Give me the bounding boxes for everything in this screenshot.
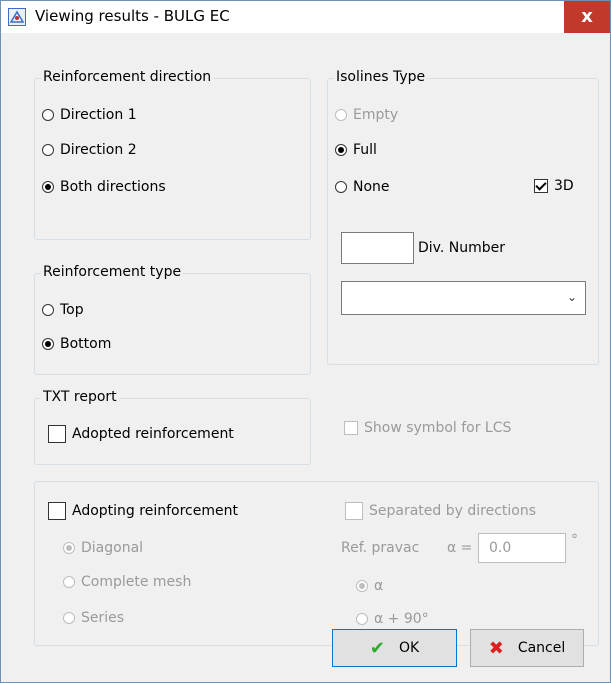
txt-report-legend: TXT report <box>41 389 119 405</box>
dialog-window: Viewing results - BULG EC x Reinforcemen… <box>0 0 611 683</box>
checkbox-box <box>48 502 66 520</box>
radio-circle <box>335 181 347 193</box>
reinforcement-direction-legend: Reinforcement direction <box>41 69 214 85</box>
3d-checkbox[interactable]: 3D <box>534 178 574 194</box>
txt-report-group: TXT report Adopted reinforcement <box>34 389 311 465</box>
separated-by-directions-checkbox[interactable]: Separated by directions <box>345 502 536 520</box>
isolines-empty-radio[interactable]: Empty <box>335 107 398 123</box>
isolines-none-radio[interactable]: None <box>335 179 390 195</box>
bottom-radio[interactable]: Bottom <box>42 336 111 352</box>
top-radio[interactable]: Top <box>42 302 84 318</box>
radio-circle <box>42 144 54 156</box>
isolines-type-legend: Isolines Type <box>334 69 428 85</box>
alpha-equals-label: α = <box>447 540 473 556</box>
radio-circle <box>63 542 75 554</box>
ref-pravac-label: Ref. pravac <box>341 540 420 556</box>
isolines-dropdown[interactable]: ⌄ <box>341 281 586 315</box>
adopting-reinforcement-checkbox[interactable]: Adopting reinforcement <box>48 502 238 520</box>
close-icon: x <box>581 6 593 27</box>
adopted-reinforcement-checkbox[interactable]: Adopted reinforcement <box>48 425 234 443</box>
complete-mesh-radio[interactable]: Complete mesh <box>63 574 191 590</box>
dialog-body: Reinforcement direction Direction 1 Dire… <box>9 33 602 674</box>
checkmark-icon: ✔ <box>369 637 385 659</box>
radio-circle <box>335 144 347 156</box>
radio-circle <box>42 181 54 193</box>
show-symbol-lcs-checkbox[interactable]: Show symbol for LCS <box>344 420 511 436</box>
reinforcement-direction-group: Reinforcement direction Direction 1 Dire… <box>34 69 311 240</box>
isolines-full-radio[interactable]: Full <box>335 142 377 158</box>
checkbox-box <box>534 179 548 193</box>
checkbox-box <box>344 421 358 435</box>
radio-circle <box>63 576 75 588</box>
cancel-button[interactable]: ✖ Cancel <box>470 629 584 667</box>
radio-circle <box>356 580 368 592</box>
radio-circle <box>42 338 54 350</box>
checkbox-box <box>48 425 66 443</box>
adopting-reinforcement-group: Adopting reinforcement Diagonal Complete… <box>34 481 599 646</box>
radio-circle <box>356 613 368 625</box>
radio-circle <box>42 109 54 121</box>
direction-2-radio[interactable]: Direction 2 <box>42 142 137 158</box>
alpha-plus-90-radio[interactable]: α + 90° <box>356 611 429 627</box>
radio-circle <box>63 612 75 624</box>
checkbox-box <box>345 502 363 520</box>
cancel-icon: ✖ <box>488 637 504 659</box>
app-icon <box>8 8 26 26</box>
div-number-label: Div. Number <box>418 240 506 256</box>
isolines-type-group: Isolines Type Empty Full None 3D Div. Nu… <box>327 69 599 365</box>
series-radio[interactable]: Series <box>63 610 124 626</box>
alpha-input[interactable]: 0.0 <box>478 533 566 563</box>
window-title: Viewing results - BULG EC <box>35 7 230 25</box>
div-number-input[interactable] <box>341 232 414 264</box>
title-bar[interactable]: Viewing results - BULG EC x <box>1 1 610 33</box>
reinforcement-type-group: Reinforcement type Top Bottom <box>34 264 311 375</box>
both-directions-radio[interactable]: Both directions <box>42 179 166 195</box>
alpha-radio[interactable]: α <box>356 578 383 594</box>
direction-1-radio[interactable]: Direction 1 <box>42 107 137 123</box>
ok-button[interactable]: ✔ OK <box>332 629 457 667</box>
reinforcement-type-legend: Reinforcement type <box>41 264 184 280</box>
radio-circle <box>42 304 54 316</box>
diagonal-radio[interactable]: Diagonal <box>63 540 143 556</box>
degree-label: ° <box>571 532 578 548</box>
chevron-down-icon: ⌄ <box>566 290 577 304</box>
radio-circle <box>335 109 347 121</box>
close-button[interactable]: x <box>564 1 610 33</box>
